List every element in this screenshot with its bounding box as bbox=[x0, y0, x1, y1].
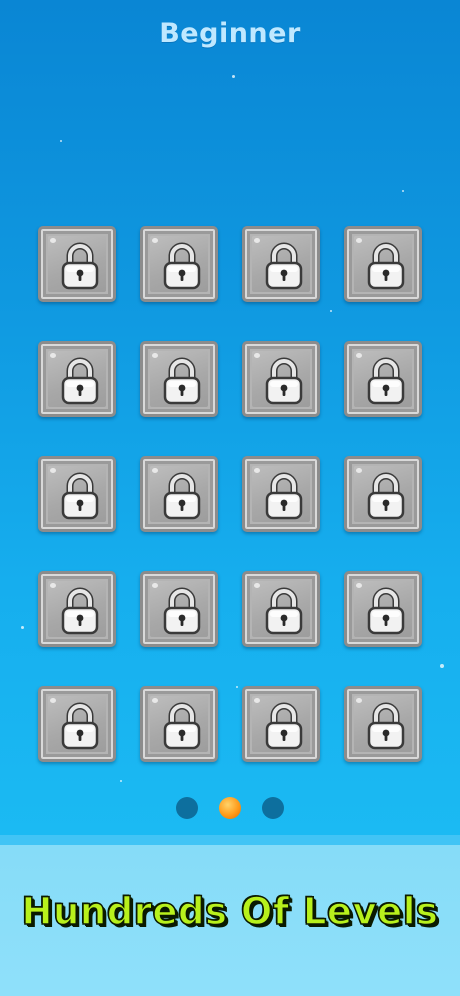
tile-highlight bbox=[152, 583, 158, 588]
level-tile-locked[interactable] bbox=[140, 571, 218, 647]
level-tile-locked[interactable] bbox=[140, 456, 218, 532]
tile-highlight bbox=[50, 583, 56, 588]
tile-highlight bbox=[152, 353, 158, 358]
tile-highlight bbox=[356, 583, 362, 588]
page-indicator bbox=[0, 797, 460, 821]
level-tile-locked[interactable] bbox=[38, 571, 116, 647]
tile-highlight bbox=[356, 238, 362, 243]
page-title: Beginner bbox=[159, 18, 301, 49]
tile-highlight bbox=[356, 468, 362, 473]
level-tile-locked[interactable] bbox=[344, 226, 422, 302]
level-tile-locked[interactable] bbox=[140, 341, 218, 417]
tile-highlight bbox=[50, 468, 56, 473]
level-tile-locked[interactable] bbox=[242, 456, 320, 532]
level-tile-locked[interactable] bbox=[344, 341, 422, 417]
sparkle bbox=[402, 190, 404, 192]
level-tile-locked[interactable] bbox=[140, 226, 218, 302]
sparkle bbox=[440, 664, 444, 668]
level-tile-locked[interactable] bbox=[242, 686, 320, 762]
promo-banner-text: Hundreds Of Levels bbox=[21, 889, 439, 934]
level-tile-locked[interactable] bbox=[38, 226, 116, 302]
page-dot-active[interactable] bbox=[219, 797, 241, 819]
level-tile-locked[interactable] bbox=[140, 686, 218, 762]
level-tile-locked[interactable] bbox=[242, 226, 320, 302]
tile-highlight bbox=[152, 698, 158, 703]
level-select-screen: Beginner bbox=[0, 0, 460, 835]
sparkle bbox=[60, 140, 62, 142]
tile-highlight bbox=[50, 353, 56, 358]
tile-highlight bbox=[254, 698, 260, 703]
level-tile-locked[interactable] bbox=[38, 686, 116, 762]
level-tile-locked[interactable] bbox=[38, 456, 116, 532]
level-tile-locked[interactable] bbox=[242, 571, 320, 647]
level-tile-locked[interactable] bbox=[344, 686, 422, 762]
tile-highlight bbox=[152, 238, 158, 243]
tile-highlight bbox=[254, 583, 260, 588]
level-tile-locked[interactable] bbox=[344, 571, 422, 647]
tile-highlight bbox=[356, 698, 362, 703]
tile-highlight bbox=[254, 238, 260, 243]
tile-highlight bbox=[50, 238, 56, 243]
sparkle bbox=[232, 75, 235, 78]
sparkle bbox=[120, 780, 122, 782]
level-tile-locked[interactable] bbox=[38, 341, 116, 417]
level-tile-locked[interactable] bbox=[242, 341, 320, 417]
level-grid bbox=[38, 226, 422, 762]
level-tile-locked[interactable] bbox=[344, 456, 422, 532]
tile-highlight bbox=[254, 353, 260, 358]
tile-highlight bbox=[152, 468, 158, 473]
tile-highlight bbox=[50, 698, 56, 703]
page-dot[interactable] bbox=[262, 797, 284, 819]
tile-highlight bbox=[356, 353, 362, 358]
tile-highlight bbox=[254, 468, 260, 473]
page-dot[interactable] bbox=[176, 797, 198, 819]
sparkle bbox=[21, 626, 24, 629]
